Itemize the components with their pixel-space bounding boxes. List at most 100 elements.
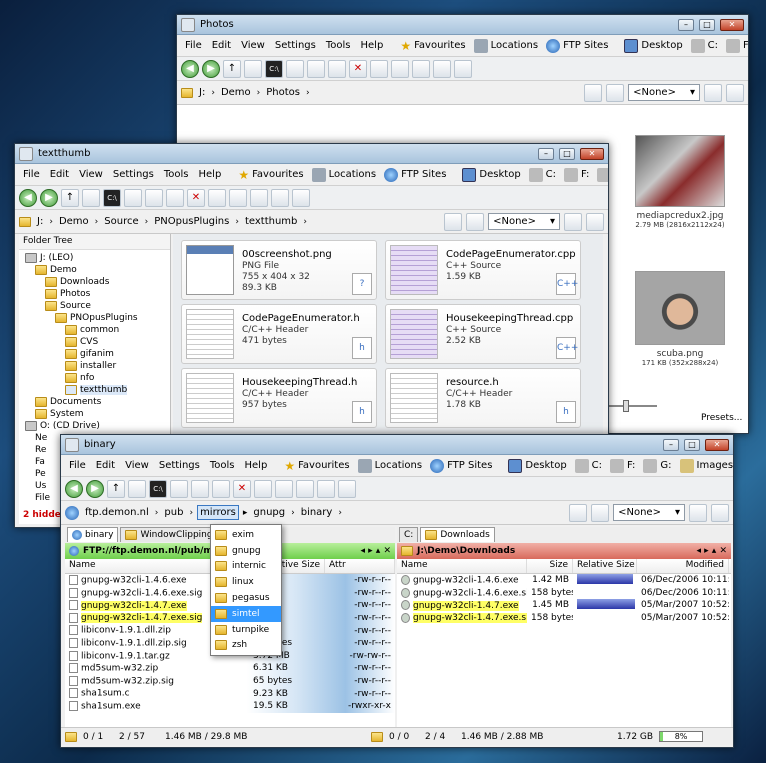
table-row[interactable]: gnupg-w32cli-1.4.7.exe.sig 158 bytes 05/Ma… <box>397 612 731 625</box>
table-row[interactable]: sha1sum.exe 19.5 KB -rwxr-xr-x <box>65 700 395 713</box>
pane-arrows-icon[interactable]: ◂ ▸ ▴ ✕ <box>361 546 392 556</box>
tree-item[interactable]: CVS <box>19 336 170 348</box>
presets-button[interactable]: Presets... <box>701 413 742 423</box>
shield-icon[interactable] <box>466 212 485 231</box>
filter-select[interactable]: <None> ▾ <box>488 213 560 230</box>
lock-icon[interactable] <box>584 83 603 102</box>
thumbnail-tile[interactable]: HousekeepingThread.h C/C++ Header 957 byte… <box>181 368 377 428</box>
view-details-icon[interactable] <box>208 188 226 207</box>
photo-item[interactable]: scuba.png 171 KB (352x288x24) <box>625 271 735 367</box>
locations-button[interactable]: Locations <box>355 458 426 474</box>
document-icon[interactable] <box>726 83 744 102</box>
menu-help[interactable]: Help <box>195 167 226 182</box>
drive-g-button[interactable]: G: <box>640 458 674 474</box>
tree-item[interactable]: System <box>19 408 170 420</box>
menu-file[interactable]: File <box>65 458 90 473</box>
tree-item[interactable]: Demo <box>19 264 170 276</box>
table-row[interactable]: md5sum-w32.zip 6.31 KB -rw-r--r-- <box>65 662 395 675</box>
cmd-icon[interactable]: C:\ <box>265 59 283 78</box>
breadcrumb-binary[interactable]: binary <box>299 506 335 519</box>
copy-icon[interactable] <box>286 59 304 78</box>
tree-item[interactable]: Documents <box>19 396 170 408</box>
document-icon[interactable] <box>586 212 604 231</box>
tree-item[interactable]: textthumb <box>19 384 170 396</box>
dropdown-item[interactable]: pegasus <box>211 590 281 606</box>
viewer-icon[interactable] <box>454 59 472 78</box>
ftp-sites-button[interactable]: FTP Sites <box>381 167 449 183</box>
back-icon[interactable]: ◀ <box>181 59 199 78</box>
maximize-button[interactable]: □ <box>559 147 575 160</box>
menu-edit[interactable]: Edit <box>208 38 235 53</box>
filter-funnel-icon[interactable] <box>704 83 722 102</box>
breadcrumb-demo[interactable]: Demo <box>57 215 91 228</box>
menu-view[interactable]: View <box>121 458 153 473</box>
tree-item[interactable]: J: (LEO) <box>19 252 170 264</box>
view-list-icon[interactable] <box>412 59 430 78</box>
table-row[interactable]: gnupg-w32cli-1.4.6.exe.sig 158 bytes 06/De… <box>397 587 731 600</box>
view-thumbs-icon[interactable] <box>229 188 247 207</box>
view-dual-icon[interactable] <box>433 59 451 78</box>
desktop-button[interactable]: Desktop <box>505 458 569 474</box>
find-icon[interactable] <box>328 59 346 78</box>
viewer-icon[interactable] <box>292 188 310 207</box>
breadcrumb-drive[interactable]: J: <box>35 215 45 228</box>
copy-icon[interactable] <box>124 188 142 207</box>
title-bar[interactable]: Photos – □ ✕ <box>177 15 748 35</box>
menu-file[interactable]: File <box>19 167 44 182</box>
delete-icon[interactable]: ✕ <box>233 479 251 498</box>
copy-icon[interactable] <box>170 479 188 498</box>
tree-item[interactable]: common <box>19 324 170 336</box>
up-folder-icon[interactable]: ↑ <box>223 59 241 78</box>
title-bar[interactable]: binary – □ ✕ <box>61 435 733 455</box>
table-row[interactable]: md5sum-w32.zip.sig 65 bytes -rw-r--r-- <box>65 675 395 688</box>
minimize-button[interactable]: – <box>538 147 554 160</box>
dropdown-item[interactable]: turnpike <box>211 622 281 638</box>
dropdown-item[interactable]: internic <box>211 559 281 575</box>
menu-settings[interactable]: Settings <box>155 458 204 473</box>
table-row[interactable]: gnupg-w32cli-1.4.7.exe 1.45 MB 05/Mar/2007… <box>397 598 731 612</box>
find-icon[interactable] <box>212 479 230 498</box>
minimize-button[interactable]: – <box>678 18 694 31</box>
pane-arrows-icon[interactable]: ◂ ▸ ▴ ✕ <box>697 546 728 556</box>
find-icon[interactable] <box>166 188 184 207</box>
desktop-button[interactable]: Desktop <box>459 167 523 183</box>
menu-settings[interactable]: Settings <box>271 38 320 53</box>
thumbnail-tile[interactable]: resource.h C/C++ Header 1.78 KB h <box>385 368 581 428</box>
lock-icon[interactable] <box>569 503 588 522</box>
delete-icon[interactable]: ✕ <box>187 188 205 207</box>
dropdown-item[interactable]: gnupg <box>211 543 281 559</box>
forward-icon[interactable]: ▶ <box>40 188 58 207</box>
thumbnail-tile[interactable]: 00screenshot.png PNG File 755 x 404 x 32 89… <box>181 240 377 300</box>
drive-f-button[interactable]: F: <box>561 167 592 183</box>
forward-icon[interactable]: ▶ <box>202 59 220 78</box>
title-bar[interactable]: textthumb – □ ✕ <box>15 144 608 164</box>
favourites-button[interactable]: ★ Favourites <box>397 38 468 54</box>
tree-item[interactable]: gifanim <box>19 348 170 360</box>
table-row[interactable]: gnupg-w32cli-1.4.6.exe 1.42 MB 06/Dec/2006… <box>397 573 731 587</box>
slider-thumb[interactable] <box>623 400 629 412</box>
close-button[interactable]: ✕ <box>705 438 729 451</box>
drive-c-button[interactable]: C: <box>688 38 721 54</box>
tree-item[interactable]: PNOpusPlugins <box>19 312 170 324</box>
up-folder-icon[interactable]: ↑ <box>61 188 79 207</box>
lock-icon[interactable] <box>444 212 463 231</box>
maximize-button[interactable]: □ <box>699 18 715 31</box>
paste-icon[interactable] <box>307 59 325 78</box>
view-details-icon[interactable] <box>254 479 272 498</box>
favourites-button[interactable]: ★ Favourites <box>281 458 352 474</box>
folder-icon[interactable] <box>244 59 262 78</box>
breadcrumb-photos[interactable]: Photos <box>264 86 302 99</box>
tab-binary[interactable]: binary <box>67 527 119 542</box>
dropdown-item[interactable]: zsh <box>211 638 281 654</box>
filter-select[interactable]: <None> ▾ <box>613 504 685 521</box>
breadcrumb-mirrors[interactable]: mirrors <box>197 505 239 520</box>
close-button[interactable]: ✕ <box>720 18 744 31</box>
dropdown-item[interactable]: exim <box>211 527 281 543</box>
drive-g-button[interactable]: G: <box>594 167 608 183</box>
folder-icon[interactable] <box>82 188 100 207</box>
locations-button[interactable]: Locations <box>471 38 542 54</box>
breadcrumb-pub[interactable]: pub <box>162 506 185 519</box>
view-dual-icon[interactable] <box>271 188 289 207</box>
drive-c-button[interactable]: C: <box>572 458 605 474</box>
shield-icon[interactable] <box>606 83 625 102</box>
